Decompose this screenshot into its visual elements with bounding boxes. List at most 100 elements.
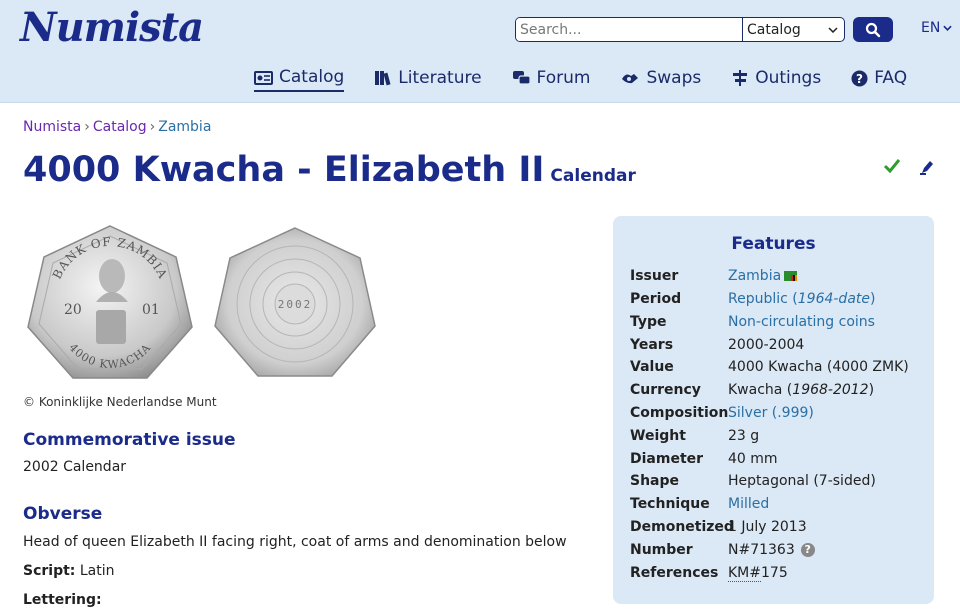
feature-value-shape: Heptagonal (7-sided) xyxy=(728,473,876,489)
search-bar: Catalog xyxy=(515,17,845,42)
obverse-script: Script: Latin xyxy=(23,563,115,579)
coin-title: 4000 Kwacha - Elizabeth II xyxy=(23,150,545,190)
page-title: 4000 Kwacha - Elizabeth II Calendar xyxy=(23,150,636,190)
commemorative-heading: Commemorative issue xyxy=(23,430,236,450)
site-header: Numista Catalog EN Catalog Literature Fo… xyxy=(0,0,960,103)
script-value: Latin xyxy=(79,563,115,579)
outings-icon xyxy=(733,70,748,86)
nav-outings-label: Outings xyxy=(755,68,822,88)
feature-value-weight: 23 g xyxy=(728,428,760,444)
commemorative-text: 2002 Calendar xyxy=(23,459,127,475)
swaps-icon xyxy=(622,74,639,84)
feature-key: Value xyxy=(630,359,674,375)
nav-catalog[interactable]: Catalog xyxy=(254,67,345,92)
feature-row-value: Value 4000 Kwacha (4000 ZMK) xyxy=(630,359,930,379)
search-input[interactable] xyxy=(516,18,742,41)
feature-row-technique: Technique Milled xyxy=(630,496,930,516)
search-button[interactable] xyxy=(853,17,893,42)
language-selector[interactable]: EN xyxy=(921,20,953,36)
feature-row-period: Period Republic (1964-date) xyxy=(630,291,930,311)
feature-value-technique[interactable]: Milled xyxy=(728,496,769,512)
coin-obverse-image[interactable]: BANK OF ZAMBIA 20 01 4000 KWACHA xyxy=(26,224,194,380)
obverse-year-left: 20 xyxy=(64,302,82,318)
feature-value-type[interactable]: Non-circulating coins xyxy=(728,314,875,330)
feature-value-value: 4000 Kwacha (4000 ZMK) xyxy=(728,359,909,375)
obverse-description: Head of queen Elizabeth II facing right,… xyxy=(23,534,567,550)
feature-key: Diameter xyxy=(630,451,704,467)
chevron-down-icon xyxy=(943,25,953,31)
lettering-label: Lettering: xyxy=(23,592,102,608)
breadcrumb-numista[interactable]: Numista xyxy=(23,119,81,135)
help-icon[interactable]: ? xyxy=(800,543,815,557)
script-label: Script: xyxy=(23,563,76,579)
zambia-flag-icon xyxy=(784,271,798,281)
feature-value-number: N#71363? xyxy=(728,542,815,558)
nav-swaps[interactable]: Swaps xyxy=(620,67,701,92)
feature-row-diameter: Diameter 40 mm xyxy=(630,451,930,471)
feature-key: Composition xyxy=(630,405,729,421)
feature-value-demonetized: 1 July 2013 xyxy=(728,519,807,535)
feature-value-issuer[interactable]: Zambia xyxy=(728,268,798,284)
language-label: EN xyxy=(921,20,941,36)
svg-text:?: ? xyxy=(856,72,863,86)
books-icon xyxy=(375,71,391,86)
feature-key: Weight xyxy=(630,428,686,444)
forum-icon xyxy=(512,71,531,85)
nav-forum-label: Forum xyxy=(536,68,591,88)
obverse-heading: Obverse xyxy=(23,504,103,524)
breadcrumb-catalog[interactable]: Catalog xyxy=(93,119,147,135)
catalog-icon xyxy=(254,70,273,85)
coin-reverse-image[interactable]: 2002 xyxy=(213,226,377,378)
feature-key: Type xyxy=(630,314,667,330)
nav-forum[interactable]: Forum xyxy=(512,67,591,92)
numista-logo[interactable]: Numista xyxy=(20,4,204,51)
feature-key: Number xyxy=(630,542,693,558)
coin-subtitle: Calendar xyxy=(550,166,636,186)
nav-swaps-label: Swaps xyxy=(646,68,702,88)
feature-row-weight: Weight 23 g xyxy=(630,428,930,448)
edit-icon[interactable] xyxy=(919,158,935,176)
nav-catalog-label: Catalog xyxy=(279,67,345,87)
feature-row-issuer: Issuer Zambia xyxy=(630,268,930,288)
feature-row-shape: Shape Heptagonal (7-sided) xyxy=(630,473,930,493)
nav-literature[interactable]: Literature xyxy=(374,67,482,92)
feature-key: Issuer xyxy=(630,268,679,284)
nav-faq-label: FAQ xyxy=(874,68,908,88)
breadcrumb-zambia[interactable]: Zambia xyxy=(158,119,211,135)
feature-row-references: References KM#175 xyxy=(630,565,930,585)
search-scope-value: Catalog xyxy=(747,21,801,38)
feature-key: References xyxy=(630,565,719,581)
question-icon: ? xyxy=(851,70,868,86)
breadcrumb: Numista › Catalog › Zambia xyxy=(23,119,212,135)
feature-key: Years xyxy=(630,337,674,353)
chevron-down-icon xyxy=(828,26,838,33)
check-icon[interactable] xyxy=(883,158,901,174)
features-panel: Features Issuer Zambia Period Republic (… xyxy=(613,216,934,604)
feature-value-composition[interactable]: Silver (.999) xyxy=(728,405,814,421)
search-scope-select[interactable]: Catalog xyxy=(742,18,844,41)
feature-value-period[interactable]: Republic (1964-date) xyxy=(728,291,875,307)
features-title: Features xyxy=(731,234,816,254)
feature-value-currency: Kwacha (1968-2012) xyxy=(728,382,875,398)
nav-literature-label: Literature xyxy=(398,68,482,88)
search-icon xyxy=(865,22,881,37)
feature-key: Period xyxy=(630,291,682,307)
nav-outings[interactable]: Outings xyxy=(731,67,821,92)
feature-row-years: Years 2000-2004 xyxy=(630,337,930,357)
feature-key: Shape xyxy=(630,473,680,489)
feature-row-demonetized: Demonetized 1 July 2013 xyxy=(630,519,930,539)
nav-faq[interactable]: ? FAQ xyxy=(851,67,907,92)
feature-row-number: Number N#71363? xyxy=(630,542,930,562)
main-nav: Catalog Literature Forum Swaps Outings ?… xyxy=(254,67,907,92)
feature-key: Demonetized xyxy=(630,519,734,535)
obverse-year-right: 01 xyxy=(142,302,160,318)
feature-row-currency: Currency Kwacha (1968-2012) xyxy=(630,382,930,402)
feature-value-references[interactable]: KM#175 xyxy=(728,565,788,582)
image-copyright: © Koninklijke Nederlandse Munt xyxy=(23,395,217,409)
feature-row-type: Type Non-circulating coins xyxy=(630,314,930,334)
feature-value-diameter: 40 mm xyxy=(728,451,778,467)
feature-row-composition: Composition Silver (.999) xyxy=(630,405,930,425)
feature-value-years: 2000-2004 xyxy=(728,337,805,353)
reverse-year: 2002 xyxy=(278,298,313,311)
feature-key: Currency xyxy=(630,382,701,398)
